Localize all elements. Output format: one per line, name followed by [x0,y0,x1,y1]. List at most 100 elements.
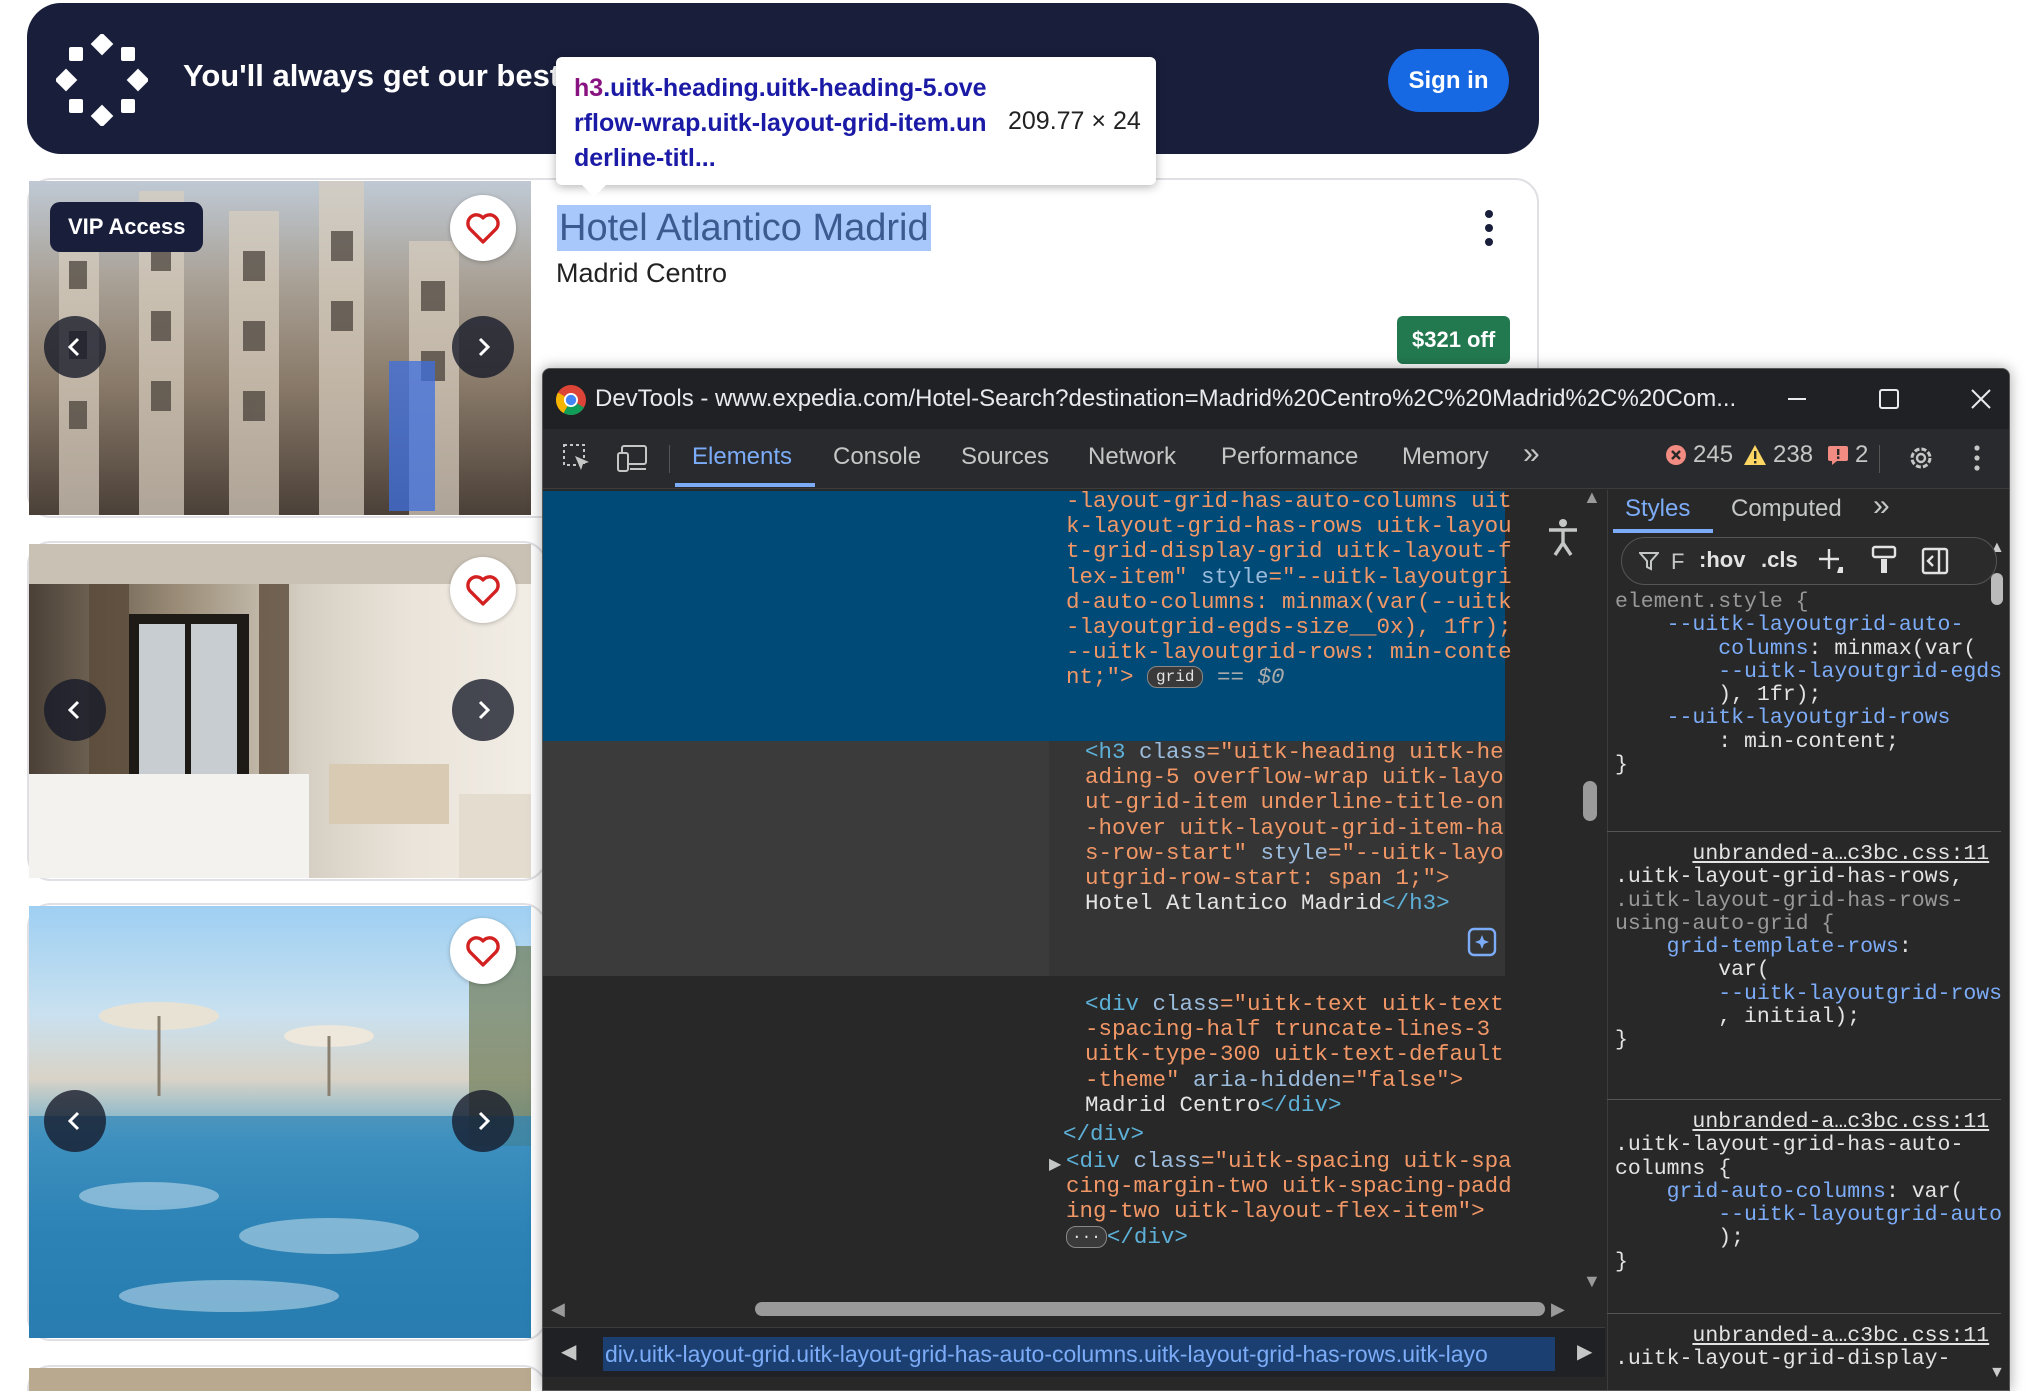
close-button[interactable] [1961,379,2001,419]
dom-scroll-thumb[interactable] [1583,781,1597,821]
toolbar-divider [1879,445,1880,473]
dollar-zero-marker: == $0 [1216,664,1285,691]
chevron-right-icon [478,337,491,357]
dom-selected-lines: -layout-grid-has-auto-columns uit k-layo… [1066,488,1512,691]
previous-photo-button[interactable] [44,1090,106,1152]
next-photo-button[interactable] [452,679,514,741]
active-tab-indicator [675,483,815,487]
previous-photo-button[interactable] [44,316,106,378]
breadcrumb[interactable]: div.uitk-layout-grid.uitk-layout-grid-ha… [603,1337,1555,1371]
device-toggle-icon [617,445,647,472]
favorite-heart-icon[interactable] [450,918,516,984]
hotel-photo[interactable] [29,1368,531,1391]
hover-state-toggle[interactable]: :hov [1699,547,1745,573]
scroll-left-icon[interactable]: ◀ [551,1299,565,1320]
minimize-button[interactable] [1777,379,1817,419]
issues-count: 2 [1855,441,1869,468]
tab-console[interactable]: Console [833,443,921,471]
settings-button[interactable] [1899,436,1943,480]
chevron-right-icon [478,1111,491,1131]
class-toggle[interactable]: .cls [1761,547,1798,573]
loyalty-logo-icon [56,34,148,126]
expand-arrow-icon[interactable]: ▶ [1049,1154,1061,1174]
style-rule-grid-auto-columns[interactable]: unbranded-a…c3bc.css:11 .uitk-layout-gri… [1615,1110,2002,1274]
hovered-dom-node-gutter [543,741,1049,976]
rule-divider [1607,1099,2001,1100]
tab-network[interactable]: Network [1088,443,1176,471]
dom-h3-node: <h3 class="uitk-heading uitk-he ading-5 … [1085,739,1504,917]
maximize-button[interactable] [1869,379,1909,419]
add-rule-icon[interactable] [1817,547,1845,575]
more-panels-button[interactable]: » [1873,489,1890,523]
breadcrumb-left-arrow-icon[interactable]: ◀ [561,1339,576,1364]
more-tabs-button[interactable]: » [1523,437,1540,471]
tooltip-size: 209.77 × 24 [1008,107,1141,135]
inspect-element-tooltip: h3.uitk-heading.uitk-heading-5.overflow-… [556,57,1156,185]
tooltip-arrow [580,183,608,197]
minimize-icon [1788,398,1806,400]
next-photo-button[interactable] [452,316,514,378]
style-rule-element-style[interactable]: element.style { --uitk-layoutgrid-auto- … [1615,590,2002,777]
previous-photo-button[interactable] [44,679,106,741]
rule-divider [1607,831,2001,832]
tab-styles[interactable]: Styles [1625,495,1690,523]
dom-spacing-node[interactable]: <div class="uitk-spacing uitk-spa cing-m… [1066,1148,1512,1250]
paint-brush-icon[interactable] [1871,545,1897,575]
favorite-heart-icon[interactable] [450,557,516,623]
sign-in-button[interactable]: Sign in [1388,49,1509,112]
style-rule-grid-has-rows[interactable]: unbranded-a…c3bc.css:11 .uitk-layout-gri… [1615,842,2002,1053]
scroll-up-icon[interactable]: ▲ [1583,487,1601,508]
warning-counter[interactable]: 238 [1743,441,1813,469]
tooltip-selector: h3.uitk-heading.uitk-heading-5.overflow-… [574,71,994,176]
accessibility-tree-icon[interactable] [1543,515,1583,559]
styles-scroll-down-icon[interactable]: ▼ [1989,1364,2005,1382]
dom-close-div: </div> [1063,1121,1145,1147]
styles-tab-indicator [1613,529,1713,533]
tab-memory[interactable]: Memory [1402,443,1489,471]
favorite-heart-icon[interactable] [450,195,516,261]
chevron-right-icon [478,700,491,720]
ai-assistant-icon[interactable] [1467,927,1497,957]
dom-vertical-scrollbar[interactable] [1583,491,1605,1299]
devtools-title: DevTools - www.expedia.com/Hotel-Search?… [595,385,1737,412]
warning-count: 238 [1773,441,1814,468]
issues-icon [1828,446,1848,465]
next-photo-button[interactable] [452,1090,514,1152]
error-counter[interactable]: 245 [1665,441,1733,469]
error-icon [1666,445,1686,465]
chevron-left-icon [67,337,80,357]
discount-badge: $321 off [1397,316,1511,364]
filter-icon [1639,552,1659,571]
scroll-down-icon[interactable]: ▼ [1583,1271,1601,1292]
tab-computed[interactable]: Computed [1731,495,1842,523]
customize-menu-button[interactable] [1955,436,1999,480]
tab-performance[interactable]: Performance [1221,443,1358,471]
issues-counter[interactable]: 2 [1827,441,1868,469]
style-rule-grid-display[interactable]: unbranded-a…c3bc.css:11 .uitk-layout-gri… [1615,1324,1989,1372]
select-element-icon [563,444,589,470]
ellipsis-badge[interactable]: ··· [1066,1225,1107,1248]
tooltip-tag: h3 [574,74,604,102]
tooltip-classes: .uitk-heading.uitk-heading-5.overflow-wr… [574,74,987,172]
dom-horizontal-scroll-thumb[interactable] [755,1302,1545,1316]
maximize-icon [1879,389,1899,409]
chevron-left-icon [67,700,80,720]
hotel-name-heading[interactable]: Hotel Atlantico Madrid [557,205,931,251]
styles-filter-input[interactable]: F [1671,549,1684,575]
toolbar-divider [669,445,670,473]
warning-icon [1744,445,1766,465]
error-count: 245 [1693,441,1734,468]
toggle-sidebar-icon[interactable] [1921,547,1949,575]
chrome-logo-icon [556,385,586,416]
scroll-right-icon[interactable]: ▶ [1551,1299,1565,1320]
inspect-element-button[interactable] [555,436,599,480]
tab-sources[interactable]: Sources [961,443,1049,471]
device-toolbar-button[interactable] [611,436,655,480]
breadcrumb-right-arrow-icon[interactable]: ▶ [1577,1339,1592,1364]
banner-text: You'll always get our best [183,58,561,93]
close-icon [1971,389,1991,409]
more-options-icon[interactable] [1476,208,1502,248]
vip-access-badge: VIP Access [50,202,204,252]
grid-badge[interactable]: grid [1147,666,1204,689]
tab-elements[interactable]: Elements [692,443,792,471]
